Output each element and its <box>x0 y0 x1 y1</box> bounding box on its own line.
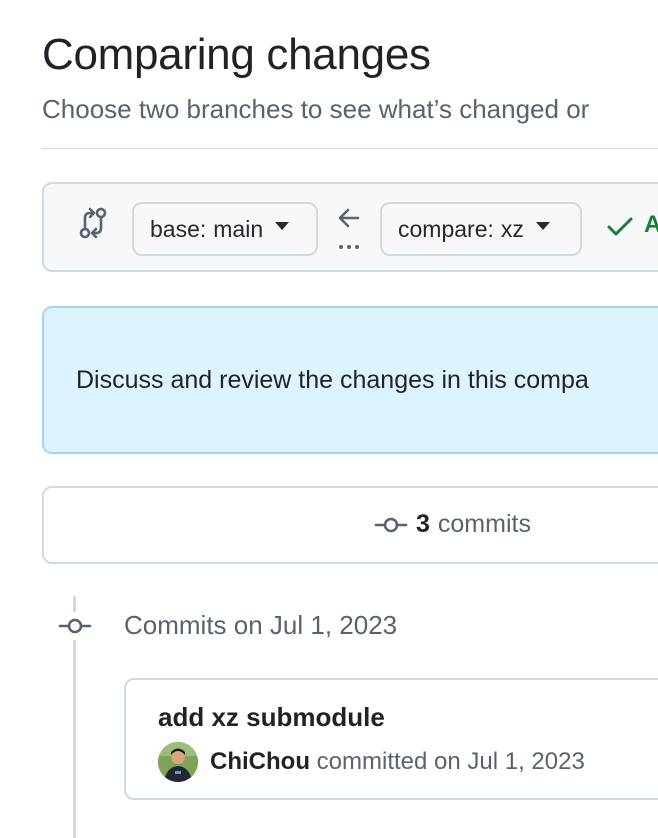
git-commit-icon <box>58 612 92 640</box>
range-editor: base: main compare: xz A <box>42 182 658 272</box>
base-label: base: <box>150 215 207 242</box>
check-icon <box>606 212 634 240</box>
commit-item: add xz submodule ChiChou committed on Ju… <box>124 678 658 800</box>
commit-date-text: committed on Jul 1, 2023 <box>316 748 585 775</box>
commits-summary-tab[interactable]: 3 commits <box>42 486 658 564</box>
commit-count: 3 <box>416 510 430 538</box>
compare-branch-select[interactable]: compare: xz <box>380 202 582 256</box>
compare-page: Comparing changes Choose two branches to… <box>0 0 658 838</box>
git-commit-icon <box>374 517 408 532</box>
caret-down-icon <box>275 222 290 230</box>
compare-branch-name: xz <box>500 215 524 242</box>
commit-count-label: commits <box>437 510 531 538</box>
compare-label: compare: <box>398 215 494 242</box>
header-divider <box>42 148 658 149</box>
info-banner: Discuss and review the changes in this c… <box>42 306 658 454</box>
arrow-left-icon <box>336 206 364 252</box>
info-text: Discuss and review the changes in this c… <box>76 366 589 394</box>
commits-date-heading: Commits on Jul 1, 2023 <box>124 610 398 640</box>
commits-summary: 3 commits <box>374 510 531 539</box>
mergeable-status: A <box>644 211 658 238</box>
avatar[interactable] <box>158 742 198 782</box>
caret-down-icon <box>535 222 550 230</box>
commit-message-link[interactable]: add xz submodule <box>158 702 385 733</box>
page-subtitle: Choose two branches to see what’s change… <box>42 94 590 124</box>
commit-meta: ChiChou committed on Jul 1, 2023 <box>210 748 585 776</box>
page-title: Comparing changes <box>42 30 431 79</box>
base-branch-select[interactable]: base: main <box>132 202 318 256</box>
commit-author-link[interactable]: ChiChou <box>210 748 310 775</box>
base-branch-name: main <box>213 215 264 242</box>
git-compare-icon <box>78 206 108 240</box>
